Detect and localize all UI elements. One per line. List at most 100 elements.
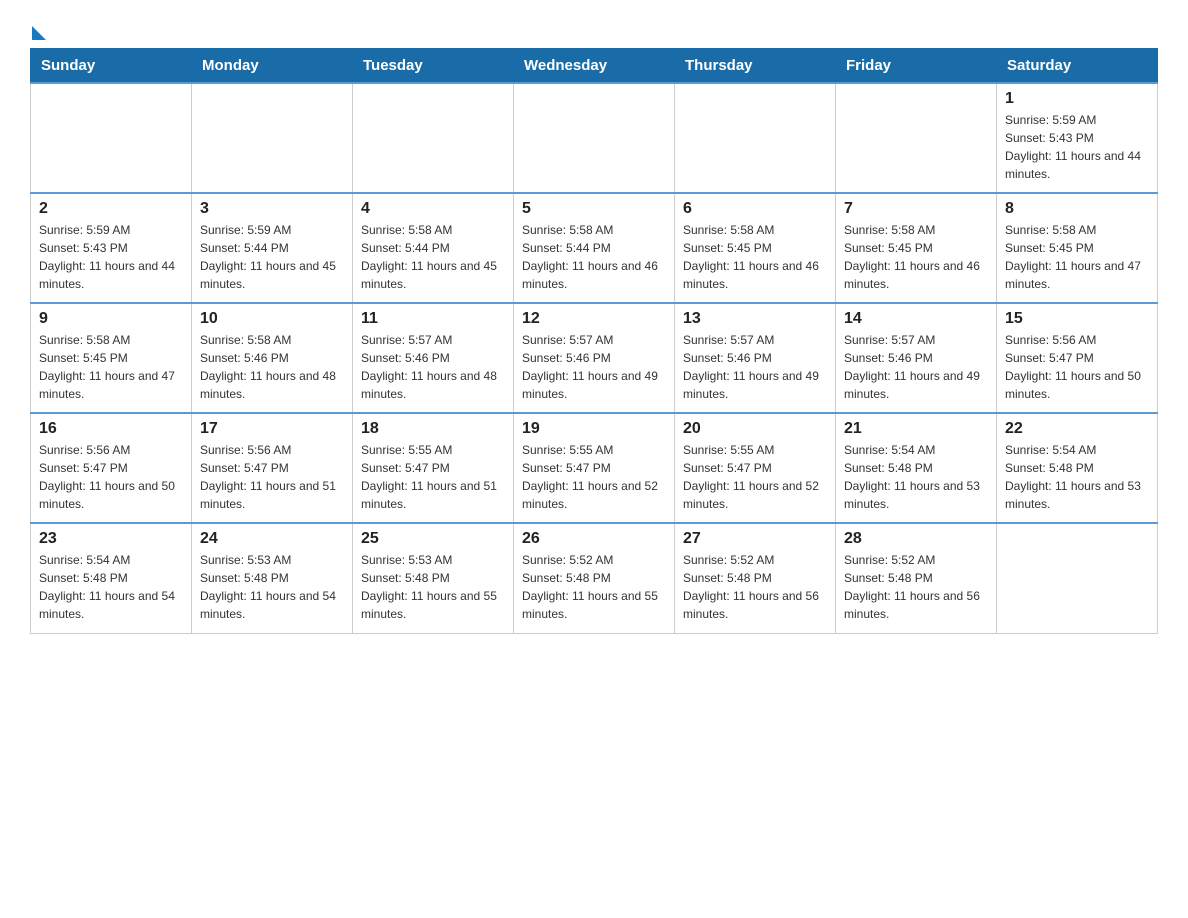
day-number: 25 <box>361 530 505 548</box>
calendar-day-cell: 12 Sunrise: 5:57 AM Sunset: 5:46 PM Dayli… <box>514 303 675 413</box>
day-number: 8 <box>1005 200 1149 218</box>
calendar-week-row: 16 Sunrise: 5:56 AM Sunset: 5:47 PM Dayli… <box>31 413 1158 523</box>
day-sun-info: Sunrise: 5:57 AM Sunset: 5:46 PM Dayligh… <box>361 331 505 403</box>
calendar-week-row: 1 Sunrise: 5:59 AM Sunset: 5:43 PM Daylig… <box>31 83 1158 193</box>
day-sun-info: Sunrise: 5:52 AM Sunset: 5:48 PM Dayligh… <box>522 551 666 623</box>
calendar-day-cell: 19 Sunrise: 5:55 AM Sunset: 5:47 PM Dayli… <box>514 413 675 523</box>
day-sun-info: Sunrise: 5:54 AM Sunset: 5:48 PM Dayligh… <box>844 441 988 513</box>
day-number: 7 <box>844 200 988 218</box>
day-number: 28 <box>844 530 988 548</box>
day-sun-info: Sunrise: 5:58 AM Sunset: 5:45 PM Dayligh… <box>39 331 183 403</box>
day-sun-info: Sunrise: 5:55 AM Sunset: 5:47 PM Dayligh… <box>522 441 666 513</box>
calendar-day-cell: 10 Sunrise: 5:58 AM Sunset: 5:46 PM Dayli… <box>192 303 353 413</box>
calendar-day-cell: 28 Sunrise: 5:52 AM Sunset: 5:48 PM Dayli… <box>836 523 997 633</box>
calendar-header-row: SundayMondayTuesdayWednesdayThursdayFrid… <box>31 49 1158 84</box>
calendar-day-cell: 5 Sunrise: 5:58 AM Sunset: 5:44 PM Daylig… <box>514 193 675 303</box>
calendar-day-cell <box>514 83 675 193</box>
day-number: 12 <box>522 310 666 328</box>
calendar-day-cell: 22 Sunrise: 5:54 AM Sunset: 5:48 PM Dayli… <box>997 413 1158 523</box>
calendar-day-cell: 26 Sunrise: 5:52 AM Sunset: 5:48 PM Dayli… <box>514 523 675 633</box>
calendar-week-row: 2Sunrise: 5:59 AM Sunset: 5:43 PM Daylig… <box>31 193 1158 303</box>
calendar-col-header: Sunday <box>31 49 192 84</box>
day-sun-info: Sunrise: 5:54 AM Sunset: 5:48 PM Dayligh… <box>1005 441 1149 513</box>
calendar-day-cell <box>31 83 192 193</box>
day-sun-info: Sunrise: 5:52 AM Sunset: 5:48 PM Dayligh… <box>683 551 827 623</box>
day-number: 4 <box>361 200 505 218</box>
day-number: 19 <box>522 420 666 438</box>
calendar-day-cell: 16 Sunrise: 5:56 AM Sunset: 5:47 PM Dayli… <box>31 413 192 523</box>
day-number: 6 <box>683 200 827 218</box>
day-sun-info: Sunrise: 5:56 AM Sunset: 5:47 PM Dayligh… <box>39 441 183 513</box>
calendar-day-cell <box>353 83 514 193</box>
day-sun-info: Sunrise: 5:57 AM Sunset: 5:46 PM Dayligh… <box>844 331 988 403</box>
calendar-day-cell: 6 Sunrise: 5:58 AM Sunset: 5:45 PM Daylig… <box>675 193 836 303</box>
calendar-day-cell <box>836 83 997 193</box>
calendar-day-cell: 25 Sunrise: 5:53 AM Sunset: 5:48 PM Dayli… <box>353 523 514 633</box>
calendar-day-cell: 14 Sunrise: 5:57 AM Sunset: 5:46 PM Dayli… <box>836 303 997 413</box>
day-sun-info: Sunrise: 5:59 AM Sunset: 5:43 PM Dayligh… <box>1005 111 1149 183</box>
day-sun-info: Sunrise: 5:59 AM Sunset: 5:43 PM Dayligh… <box>39 221 183 293</box>
day-number: 10 <box>200 310 344 328</box>
calendar-day-cell: 24 Sunrise: 5:53 AM Sunset: 5:48 PM Dayli… <box>192 523 353 633</box>
calendar-col-header: Thursday <box>675 49 836 84</box>
day-sun-info: Sunrise: 5:56 AM Sunset: 5:47 PM Dayligh… <box>200 441 344 513</box>
day-number: 3 <box>200 200 344 218</box>
calendar-day-cell: 20 Sunrise: 5:55 AM Sunset: 5:47 PM Dayli… <box>675 413 836 523</box>
calendar-col-header: Monday <box>192 49 353 84</box>
calendar-day-cell <box>675 83 836 193</box>
calendar-col-header: Friday <box>836 49 997 84</box>
calendar-table: SundayMondayTuesdayWednesdayThursdayFrid… <box>30 48 1158 634</box>
calendar-day-cell: 21 Sunrise: 5:54 AM Sunset: 5:48 PM Dayli… <box>836 413 997 523</box>
calendar-col-header: Saturday <box>997 49 1158 84</box>
calendar-day-cell: 11 Sunrise: 5:57 AM Sunset: 5:46 PM Dayli… <box>353 303 514 413</box>
day-number: 21 <box>844 420 988 438</box>
calendar-day-cell: 23 Sunrise: 5:54 AM Sunset: 5:48 PM Dayli… <box>31 523 192 633</box>
day-sun-info: Sunrise: 5:58 AM Sunset: 5:45 PM Dayligh… <box>844 221 988 293</box>
day-number: 9 <box>39 310 183 328</box>
page-header <box>30 20 1158 38</box>
day-sun-info: Sunrise: 5:55 AM Sunset: 5:47 PM Dayligh… <box>361 441 505 513</box>
day-sun-info: Sunrise: 5:58 AM Sunset: 5:44 PM Dayligh… <box>361 221 505 293</box>
day-sun-info: Sunrise: 5:58 AM Sunset: 5:44 PM Dayligh… <box>522 221 666 293</box>
day-sun-info: Sunrise: 5:57 AM Sunset: 5:46 PM Dayligh… <box>522 331 666 403</box>
calendar-day-cell: 3 Sunrise: 5:59 AM Sunset: 5:44 PM Daylig… <box>192 193 353 303</box>
calendar-day-cell: 8 Sunrise: 5:58 AM Sunset: 5:45 PM Daylig… <box>997 193 1158 303</box>
calendar-day-cell: 27 Sunrise: 5:52 AM Sunset: 5:48 PM Dayli… <box>675 523 836 633</box>
day-sun-info: Sunrise: 5:53 AM Sunset: 5:48 PM Dayligh… <box>200 551 344 623</box>
day-number: 1 <box>1005 90 1149 108</box>
day-sun-info: Sunrise: 5:58 AM Sunset: 5:45 PM Dayligh… <box>1005 221 1149 293</box>
calendar-day-cell: 7 Sunrise: 5:58 AM Sunset: 5:45 PM Daylig… <box>836 193 997 303</box>
day-sun-info: Sunrise: 5:58 AM Sunset: 5:45 PM Dayligh… <box>683 221 827 293</box>
calendar-week-row: 9 Sunrise: 5:58 AM Sunset: 5:45 PM Daylig… <box>31 303 1158 413</box>
day-sun-info: Sunrise: 5:58 AM Sunset: 5:46 PM Dayligh… <box>200 331 344 403</box>
day-number: 17 <box>200 420 344 438</box>
calendar-day-cell <box>192 83 353 193</box>
day-number: 27 <box>683 530 827 548</box>
day-number: 20 <box>683 420 827 438</box>
day-number: 13 <box>683 310 827 328</box>
calendar-day-cell: 18Sunrise: 5:55 AM Sunset: 5:47 PM Dayli… <box>353 413 514 523</box>
day-number: 23 <box>39 530 183 548</box>
logo-arrow-icon <box>32 26 46 40</box>
day-sun-info: Sunrise: 5:56 AM Sunset: 5:47 PM Dayligh… <box>1005 331 1149 403</box>
day-sun-info: Sunrise: 5:54 AM Sunset: 5:48 PM Dayligh… <box>39 551 183 623</box>
day-number: 5 <box>522 200 666 218</box>
calendar-day-cell: 2Sunrise: 5:59 AM Sunset: 5:43 PM Daylig… <box>31 193 192 303</box>
day-number: 11 <box>361 310 505 328</box>
calendar-col-header: Tuesday <box>353 49 514 84</box>
day-number: 14 <box>844 310 988 328</box>
day-sun-info: Sunrise: 5:57 AM Sunset: 5:46 PM Dayligh… <box>683 331 827 403</box>
day-sun-info: Sunrise: 5:59 AM Sunset: 5:44 PM Dayligh… <box>200 221 344 293</box>
day-sun-info: Sunrise: 5:53 AM Sunset: 5:48 PM Dayligh… <box>361 551 505 623</box>
logo <box>30 20 46 38</box>
calendar-day-cell: 9 Sunrise: 5:58 AM Sunset: 5:45 PM Daylig… <box>31 303 192 413</box>
day-number: 22 <box>1005 420 1149 438</box>
day-sun-info: Sunrise: 5:52 AM Sunset: 5:48 PM Dayligh… <box>844 551 988 623</box>
day-number: 24 <box>200 530 344 548</box>
calendar-day-cell <box>997 523 1158 633</box>
day-number: 15 <box>1005 310 1149 328</box>
day-number: 16 <box>39 420 183 438</box>
day-sun-info: Sunrise: 5:55 AM Sunset: 5:47 PM Dayligh… <box>683 441 827 513</box>
day-number: 26 <box>522 530 666 548</box>
calendar-col-header: Wednesday <box>514 49 675 84</box>
